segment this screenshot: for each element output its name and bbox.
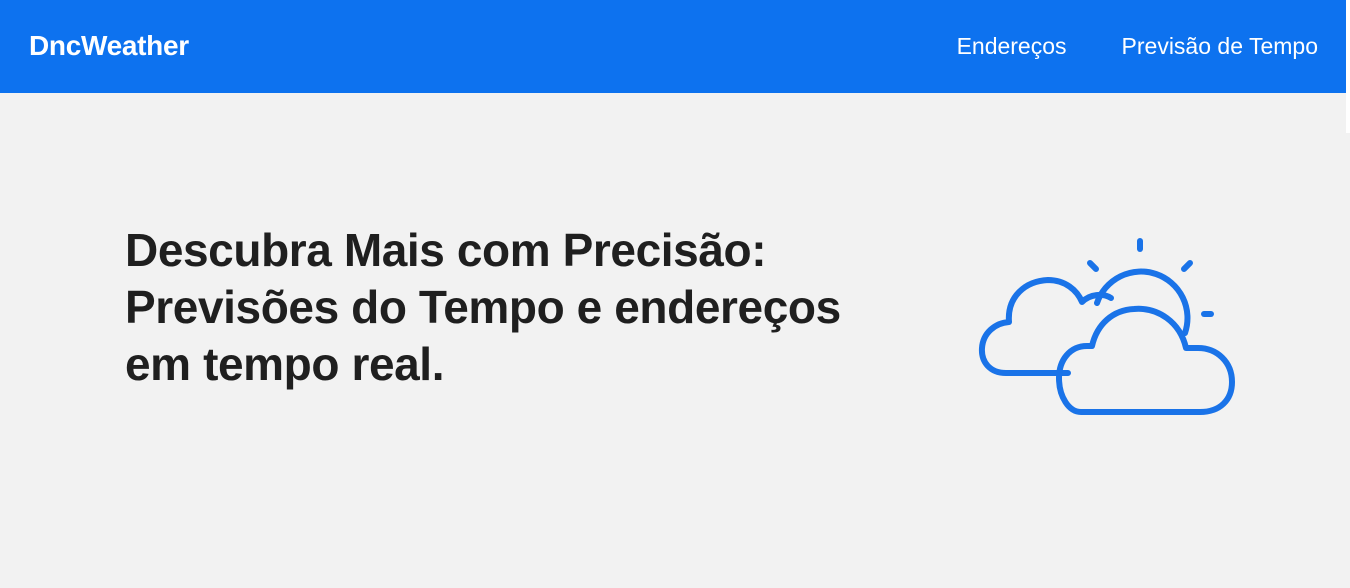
- brand-logo[interactable]: DncWeather: [29, 28, 189, 64]
- scrollbar-edge: [1346, 0, 1350, 133]
- hero-title-line: Previsões do Tempo e endereços: [125, 281, 841, 333]
- hero-title: Descubra Mais com Precisão: Previsões do…: [125, 222, 965, 393]
- partly-cloudy-icon: [978, 238, 1235, 415]
- hero-title-line: Descubra Mais com Precisão:: [125, 224, 767, 276]
- page: DncWeather Endereços Previsão de Tempo D…: [0, 0, 1350, 588]
- hero-title-line: em tempo real.: [125, 338, 445, 390]
- main-nav: Endereços Previsão de Tempo: [957, 31, 1318, 61]
- nav-link-enderecos[interactable]: Endereços: [957, 31, 1067, 61]
- nav-link-previsao-de-tempo[interactable]: Previsão de Tempo: [1122, 31, 1318, 61]
- navbar: DncWeather Endereços Previsão de Tempo: [0, 0, 1346, 93]
